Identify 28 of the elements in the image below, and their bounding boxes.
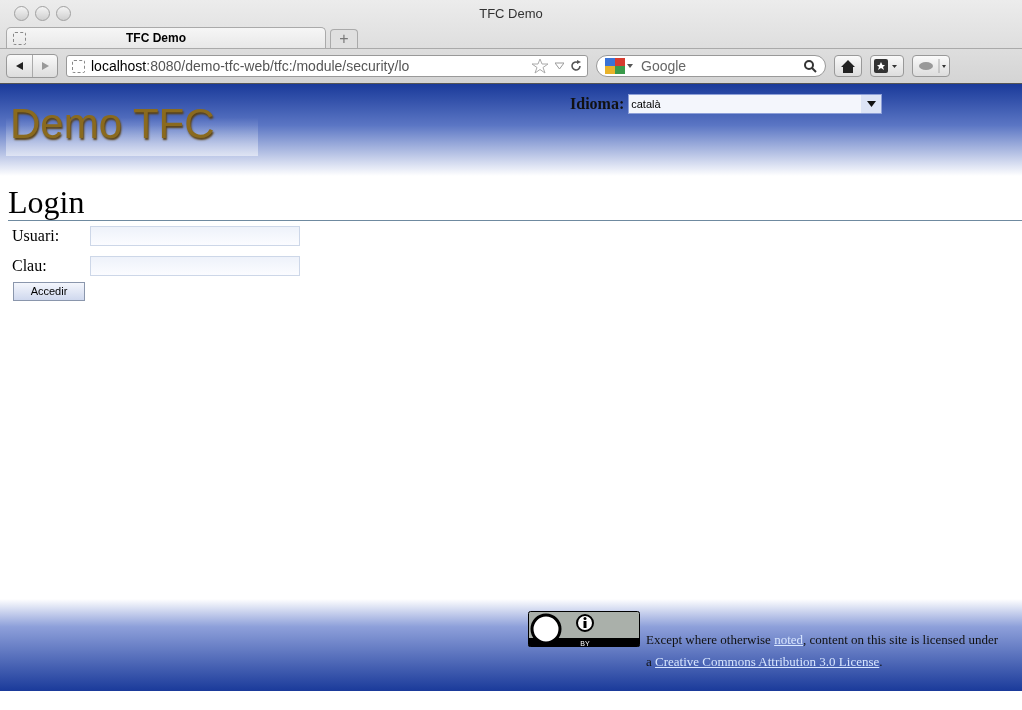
back-arrow-icon [14, 61, 25, 71]
language-select[interactable]: català [628, 94, 883, 114]
language-label: Idioma: [570, 95, 625, 113]
dropdown-icon[interactable] [555, 62, 564, 70]
field-label: Clau: [12, 257, 48, 275]
window-control[interactable] [35, 6, 50, 21]
field-label: Usuari: [12, 227, 61, 245]
license-text: Except where otherwise noted, content on this site is licensed under a Creative Commons Attribution 3.0 License. [646, 630, 999, 671]
window-title: TFC Demo [479, 5, 543, 21]
star-icon[interactable] [531, 58, 549, 74]
search-icon[interactable] [804, 59, 817, 73]
home-icon [841, 59, 855, 73]
page-title: Login [8, 184, 1022, 221]
search-field[interactable]: Google [596, 55, 826, 77]
reload-icon[interactable] [570, 60, 582, 72]
window-control[interactable] [14, 6, 29, 21]
dropdown-arrow-icon [866, 101, 876, 107]
address-bar[interactable]: localhost:8080/demo-tfc-web/tfc:/module/security/lo [66, 55, 588, 77]
bookmarks-button[interactable] [870, 55, 904, 77]
google-icon[interactable] [605, 58, 635, 74]
input-field[interactable] [90, 226, 300, 246]
addon-button[interactable] [912, 55, 950, 77]
home-button[interactable] [834, 55, 862, 77]
login-button[interactable]: Accedir [13, 281, 85, 301]
input-field[interactable] [90, 256, 300, 276]
browser-tab[interactable]: TFC Demo [6, 27, 326, 48]
window-control[interactable] [56, 6, 71, 21]
forward-arrow-icon [40, 61, 50, 71]
